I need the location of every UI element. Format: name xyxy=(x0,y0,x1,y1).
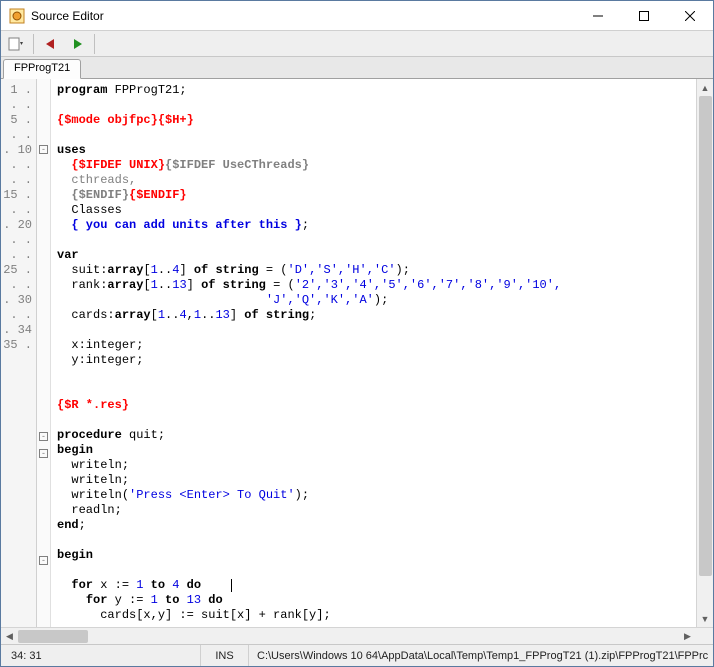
toolbar-divider xyxy=(33,34,34,54)
tab-strip: FPProgT21 xyxy=(1,57,713,79)
vertical-scrollbar[interactable]: ▲ ▼ xyxy=(696,79,713,627)
fold-toggle-icon[interactable]: - xyxy=(39,145,48,154)
scroll-thumb[interactable] xyxy=(18,630,88,643)
horizontal-scrollbar[interactable]: ◀ ▶ xyxy=(1,627,713,644)
titlebar: Source Editor xyxy=(1,1,713,31)
editor-tab[interactable]: FPProgT21 xyxy=(3,59,81,79)
status-bar: 34: 31 INS C:\Users\Windows 10 64\AppDat… xyxy=(1,644,713,666)
scroll-up-icon[interactable]: ▲ xyxy=(697,79,713,96)
new-dropdown-button[interactable] xyxy=(5,33,27,55)
scroll-left-icon[interactable]: ◀ xyxy=(1,628,18,644)
editor-area: 1 . . . 5 . . . . 10 . . . . 15 . . . . … xyxy=(1,79,713,627)
toolbar-divider xyxy=(94,34,95,54)
window-title: Source Editor xyxy=(31,9,575,23)
scroll-corner xyxy=(696,628,713,644)
scroll-right-icon[interactable]: ▶ xyxy=(679,628,696,644)
source-editor-window: Source Editor FPProgT21 1 . . . 5 . . . … xyxy=(0,0,714,667)
app-icon xyxy=(9,8,25,24)
scroll-thumb[interactable] xyxy=(699,96,712,576)
nav-back-button[interactable] xyxy=(40,33,62,55)
maximize-button[interactable] xyxy=(621,1,667,31)
code-editor[interactable]: program FPProgT21; {$mode objfpc}{$H+} u… xyxy=(51,79,696,627)
scroll-track[interactable] xyxy=(18,628,679,644)
status-cursor-position: 34: 31 xyxy=(1,645,201,666)
fold-toggle-icon[interactable]: - xyxy=(39,432,48,441)
fold-toggle-icon[interactable]: - xyxy=(39,556,48,565)
fold-column: - - - - xyxy=(37,79,51,627)
toolbar xyxy=(1,31,713,57)
minimize-button[interactable] xyxy=(575,1,621,31)
line-number-gutter: 1 . . . 5 . . . . 10 . . . . 15 . . . . … xyxy=(1,79,37,627)
close-button[interactable] xyxy=(667,1,713,31)
fold-toggle-icon[interactable]: - xyxy=(39,449,48,458)
nav-forward-button[interactable] xyxy=(66,33,88,55)
scroll-down-icon[interactable]: ▼ xyxy=(697,610,713,627)
status-file-path: C:\Users\Windows 10 64\AppData\Local\Tem… xyxy=(249,650,713,662)
text-cursor xyxy=(231,579,232,592)
status-insert-mode[interactable]: INS xyxy=(201,645,249,666)
